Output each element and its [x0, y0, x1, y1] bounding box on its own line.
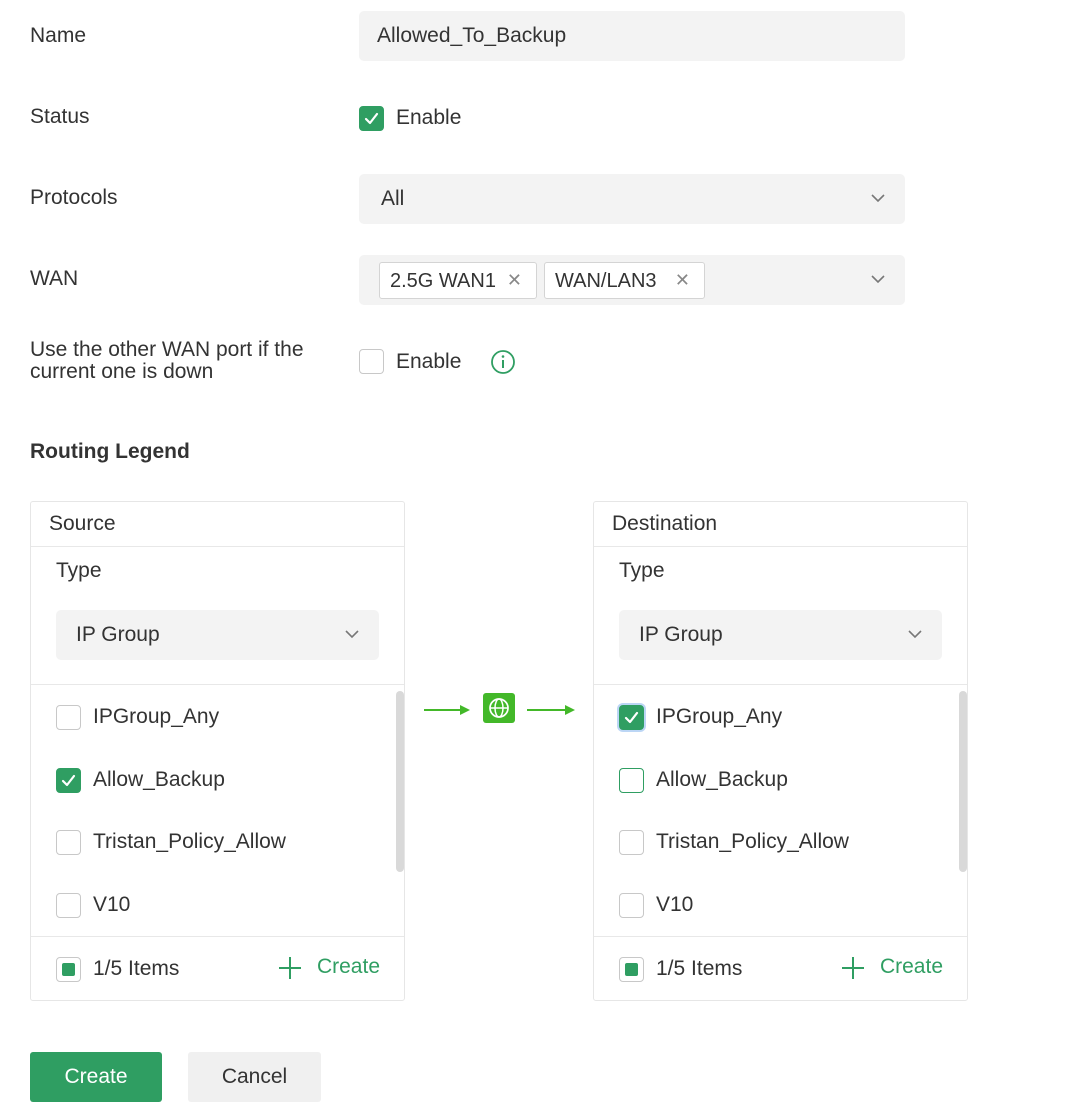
- list-item[interactable]: Tristan_Policy_Allow: [619, 829, 939, 859]
- check-icon: [61, 774, 76, 787]
- item-label: Tristan_Policy_Allow: [656, 830, 849, 853]
- destination-type-select[interactable]: IP Group: [619, 610, 942, 660]
- wan-tag-1-label: 2.5G WAN1: [390, 270, 496, 292]
- item-label: Allow_Backup: [656, 768, 788, 791]
- item-label: IPGroup_Any: [656, 705, 783, 728]
- item-checkbox[interactable]: [619, 768, 644, 793]
- create-item-button[interactable]: Create: [841, 955, 943, 979]
- failover-enable-checkbox[interactable]: [359, 349, 384, 374]
- wan-tag-2: WAN/LAN3 ✕: [544, 262, 705, 299]
- item-checkbox[interactable]: [619, 893, 644, 918]
- destination-type-value: IP Group: [639, 623, 723, 646]
- create-button[interactable]: Create: [30, 1052, 162, 1102]
- chevron-down-icon: [871, 194, 885, 203]
- protocols-select[interactable]: All: [359, 174, 905, 224]
- plus-icon: [841, 957, 864, 979]
- item-checkbox[interactable]: [619, 705, 644, 730]
- wan-label: WAN: [30, 267, 79, 290]
- close-icon[interactable]: ✕: [675, 270, 690, 291]
- item-label: V10: [93, 893, 131, 916]
- source-type-select[interactable]: IP Group: [56, 610, 379, 660]
- list-item[interactable]: IPGroup_Any: [619, 704, 939, 734]
- source-panel-header: Source: [49, 512, 116, 535]
- protocols-label: Protocols: [30, 186, 118, 209]
- name-input-value: Allowed_To_Backup: [377, 24, 567, 47]
- list-item[interactable]: V10: [619, 892, 939, 922]
- item-label: IPGroup_Any: [93, 705, 220, 728]
- plus-icon: [278, 957, 301, 979]
- select-all-checkbox[interactable]: [619, 957, 644, 982]
- item-label: Tristan_Policy_Allow: [93, 830, 286, 853]
- item-checkbox[interactable]: [56, 830, 81, 855]
- routing-legend-title: Routing Legend: [30, 440, 190, 463]
- failover-enable-label: Enable: [396, 350, 462, 373]
- globe-icon: [483, 693, 515, 723]
- create-item-label: Create: [879, 955, 943, 978]
- items-count: 1/5 Items: [656, 957, 743, 980]
- destination-panel: Destination Type IP Group IPGroup_Any Al…: [593, 501, 968, 1001]
- wan-multiselect[interactable]: 2.5G WAN1 ✕ WAN/LAN3 ✕: [359, 255, 905, 305]
- items-count: 1/5 Items: [93, 957, 180, 980]
- chevron-down-icon: [871, 275, 885, 284]
- check-icon: [624, 711, 639, 724]
- close-icon[interactable]: ✕: [507, 270, 522, 291]
- create-item-button[interactable]: Create: [278, 955, 380, 979]
- list-item[interactable]: Allow_Backup: [56, 767, 376, 797]
- item-label: V10: [656, 893, 694, 916]
- divider: [594, 684, 967, 685]
- check-icon: [364, 112, 379, 125]
- arrow-right-icon: [424, 705, 470, 715]
- divider: [594, 546, 967, 547]
- chevron-down-icon: [345, 630, 359, 639]
- protocols-select-value: All: [381, 187, 405, 210]
- divider: [594, 936, 967, 937]
- cancel-button[interactable]: Cancel: [188, 1052, 321, 1102]
- source-type-label: Type: [56, 559, 102, 582]
- divider: [31, 546, 404, 547]
- status-label: Status: [30, 105, 90, 128]
- status-enable-label: Enable: [396, 106, 462, 129]
- destination-panel-header: Destination: [612, 512, 718, 535]
- arrow-right-icon: [527, 705, 575, 715]
- select-all-checkbox[interactable]: [56, 957, 81, 982]
- status-enable-checkbox[interactable]: [359, 106, 384, 131]
- info-icon[interactable]: [490, 349, 516, 375]
- wan-tag-1: 2.5G WAN1 ✕: [379, 262, 537, 299]
- list-item[interactable]: V10: [56, 892, 376, 922]
- divider: [31, 936, 404, 937]
- divider: [31, 684, 404, 685]
- item-checkbox[interactable]: [56, 893, 81, 918]
- source-panel: Source Type IP Group IPGroup_Any Allow_B…: [30, 501, 405, 1001]
- chevron-down-icon: [908, 630, 922, 639]
- list-item[interactable]: Tristan_Policy_Allow: [56, 829, 376, 859]
- item-checkbox[interactable]: [56, 768, 81, 793]
- scrollbar[interactable]: [396, 691, 404, 872]
- list-item[interactable]: IPGroup_Any: [56, 704, 376, 734]
- name-label: Name: [30, 24, 87, 47]
- item-checkbox[interactable]: [56, 705, 81, 730]
- list-item[interactable]: Allow_Backup: [619, 767, 939, 797]
- item-label: Allow_Backup: [93, 768, 225, 791]
- wan-tag-2-label: WAN/LAN3: [555, 270, 657, 292]
- routing-form-page: Name Allowed_To_Backup Status Enable Pro…: [0, 0, 1078, 1111]
- create-item-label: Create: [316, 955, 380, 978]
- destination-type-label: Type: [619, 559, 665, 582]
- source-type-value: IP Group: [76, 623, 160, 646]
- name-input[interactable]: Allowed_To_Backup: [359, 11, 905, 61]
- item-checkbox[interactable]: [619, 830, 644, 855]
- failover-label: Use the other WAN port if the current on…: [30, 338, 304, 383]
- scrollbar[interactable]: [959, 691, 967, 872]
